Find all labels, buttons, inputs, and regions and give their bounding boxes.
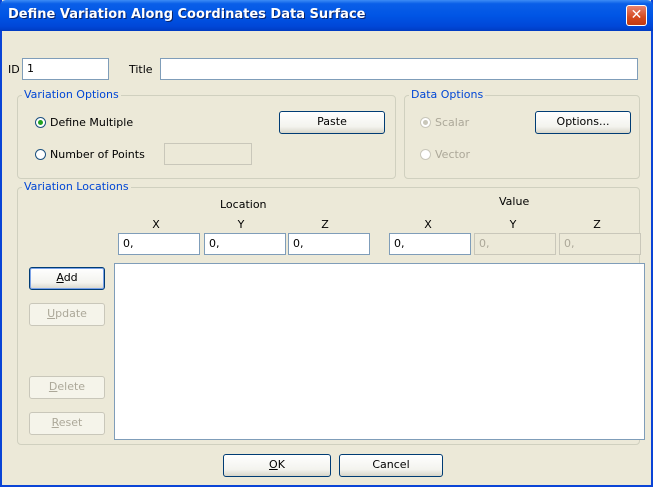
- ok-label-rest: K: [277, 458, 285, 471]
- add-button[interactable]: Add: [29, 267, 105, 290]
- variation-options-title: Variation Options: [22, 88, 121, 101]
- value-x-field[interactable]: 0,: [389, 233, 471, 255]
- delete-label-rest: elete: [57, 380, 86, 393]
- define-multiple-radio[interactable]: Define Multiple: [35, 116, 133, 129]
- vector-label: Vector: [435, 148, 471, 161]
- scalar-radio-icon[interactable]: [420, 117, 431, 128]
- location-z-field[interactable]: 0,: [288, 233, 370, 255]
- value-y-field[interactable]: 0,: [474, 233, 556, 255]
- number-of-points-radio[interactable]: Number of Points: [35, 148, 145, 161]
- reset-label-rest: eset: [58, 416, 83, 429]
- variation-locations-title: Variation Locations: [22, 180, 131, 193]
- number-of-points-field[interactable]: [164, 143, 252, 165]
- reset-mnemonic: R: [51, 416, 59, 429]
- title-label: Title: [129, 63, 153, 76]
- close-icon[interactable]: ✕: [626, 5, 647, 26]
- window-title: Define Variation Along Coordinates Data …: [8, 7, 366, 22]
- define-multiple-label: Define Multiple: [50, 116, 134, 129]
- id-label: ID: [8, 63, 20, 76]
- options-button[interactable]: Options...: [535, 111, 631, 134]
- location-z-header: Z: [321, 218, 329, 231]
- number-of-points-label: Number of Points: [50, 148, 145, 161]
- variation-options-group: Variation Options: [17, 88, 396, 179]
- title-bar[interactable]: Define Variation Along Coordinates Data …: [0, 0, 653, 31]
- scalar-label: Scalar: [435, 116, 470, 129]
- value-y-header: Y: [509, 218, 517, 231]
- variation-locations-list[interactable]: [114, 263, 645, 440]
- add-mnemonic: A: [56, 271, 64, 284]
- location-x-header: X: [152, 218, 160, 231]
- location-x-field[interactable]: 0,: [118, 233, 200, 255]
- dialog-window: Define Variation Along Coordinates Data …: [0, 0, 653, 487]
- data-options-title: Data Options: [409, 88, 486, 101]
- number-of-points-radio-icon[interactable]: [35, 149, 46, 160]
- value-x-header: X: [424, 218, 432, 231]
- value-z-field[interactable]: 0,: [559, 233, 641, 255]
- location-y-field[interactable]: 0,: [204, 233, 286, 255]
- value-z-header: Z: [593, 218, 601, 231]
- ok-mnemonic: O: [269, 458, 278, 471]
- data-options-group: Data Options: [404, 88, 640, 179]
- value-header: Value: [499, 195, 530, 208]
- ok-button[interactable]: OK: [223, 454, 331, 477]
- location-y-header: Y: [237, 218, 245, 231]
- vector-radio-icon[interactable]: [420, 149, 431, 160]
- cancel-button[interactable]: Cancel: [339, 454, 443, 477]
- update-mnemonic: U: [47, 307, 56, 320]
- update-label-rest: pdate: [55, 307, 87, 320]
- reset-button[interactable]: Reset: [29, 412, 105, 435]
- update-button[interactable]: Update: [29, 303, 105, 326]
- id-field[interactable]: 1: [22, 58, 109, 80]
- title-field[interactable]: [160, 58, 638, 80]
- scalar-radio[interactable]: Scalar: [420, 116, 469, 129]
- paste-button[interactable]: Paste: [279, 111, 385, 134]
- define-multiple-radio-icon[interactable]: [35, 117, 46, 128]
- vector-radio[interactable]: Vector: [420, 148, 470, 161]
- add-label-rest: dd: [63, 271, 78, 284]
- location-header: Location: [220, 198, 267, 211]
- delete-button[interactable]: Delete: [29, 376, 105, 399]
